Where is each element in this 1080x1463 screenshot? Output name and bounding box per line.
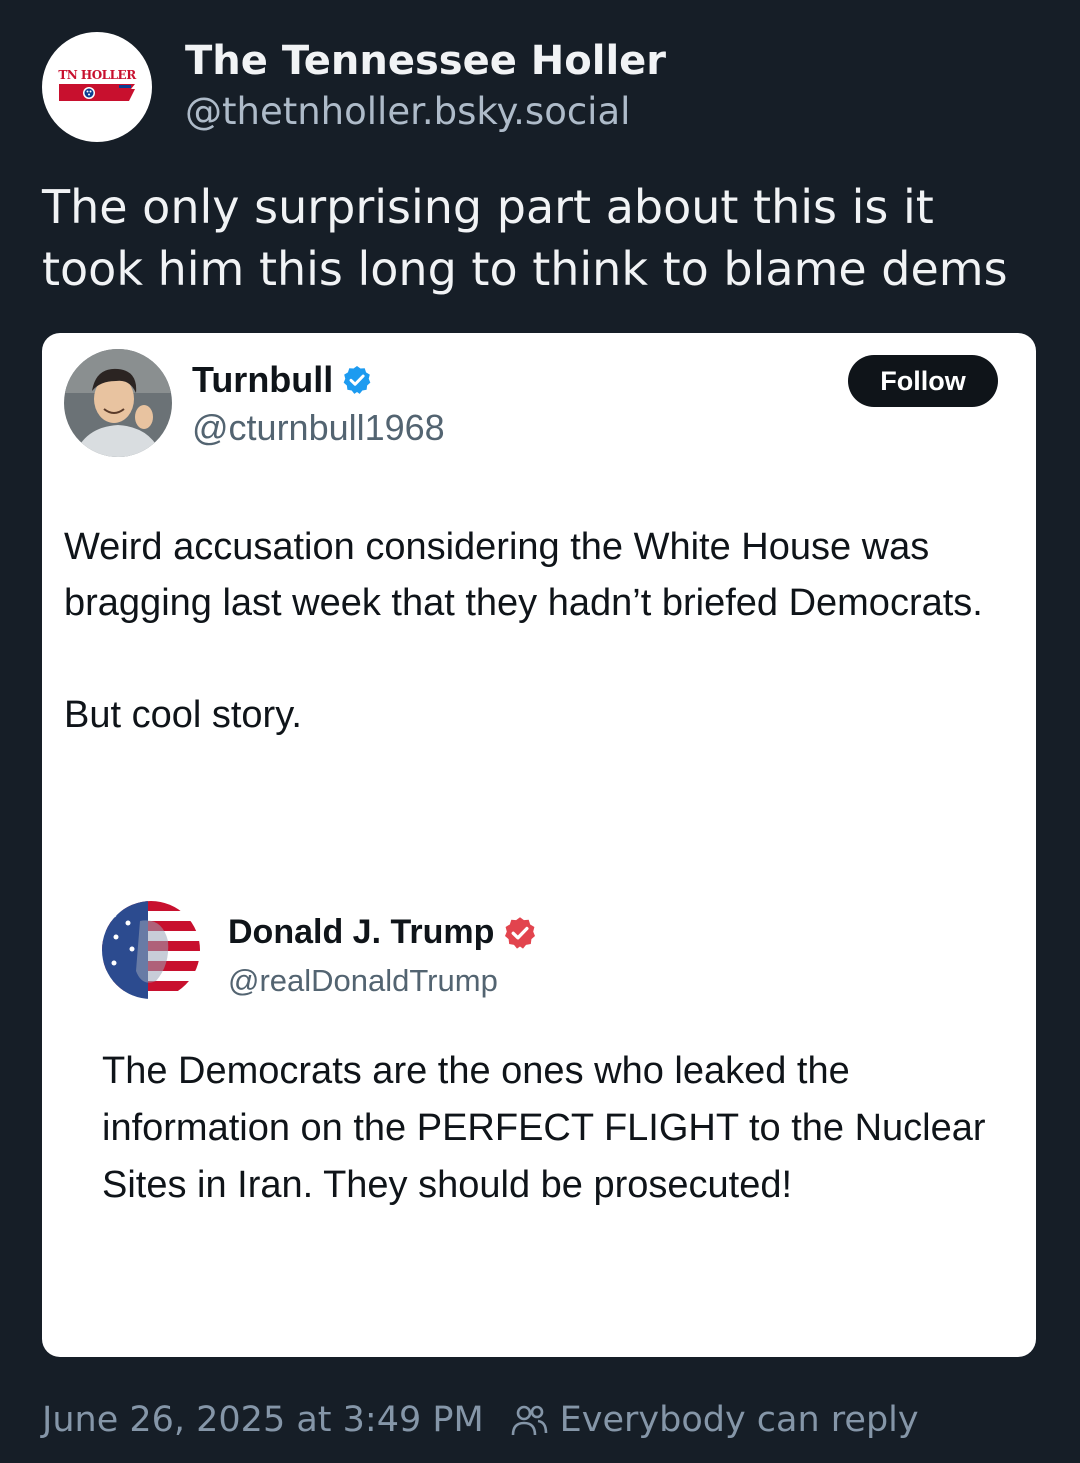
avatar-illustration-icon: [64, 349, 172, 457]
turnbull-avatar: [64, 349, 172, 457]
trump-post-text: The Democrats are the ones who leaked th…: [102, 1050, 986, 1206]
post-timestamp[interactable]: June 26, 2025 at 3:49 PM: [42, 1400, 484, 1440]
avatar-logo-text: TN HOLLER: [58, 68, 136, 82]
post-footer: June 26, 2025 at 3:49 PM Everybody can r…: [42, 1400, 919, 1440]
trump-avatar: [102, 901, 200, 999]
follow-button[interactable]: Follow: [848, 355, 998, 407]
tweet-paragraph: But cool story.: [64, 694, 302, 736]
trump-name: Donald J. Trump: [228, 913, 495, 951]
author-avatar[interactable]: TN HOLLER: [42, 32, 152, 142]
trump-name-row: Donald J. Trump: [228, 913, 538, 952]
turnbull-handle: @cturnbull1968: [192, 407, 445, 448]
turnbull-tweet-text: Weird accusation considering the White H…: [64, 519, 1004, 743]
turnbull-name: Turnbull: [192, 359, 334, 400]
turnbull-name-row: Turnbull: [192, 359, 373, 401]
reply-setting[interactable]: Everybody can reply: [560, 1400, 919, 1440]
post-text: The only surprising part about this is i…: [42, 180, 1008, 296]
tennessee-flag-icon: [59, 84, 135, 101]
tweet-paragraph: Weird accusation considering the White H…: [64, 526, 983, 624]
author-handle[interactable]: @thetnholler.bsky.social: [185, 86, 666, 138]
author-info: The Tennessee Holler @thetnholler.bsky.s…: [185, 36, 666, 138]
author-name[interactable]: The Tennessee Holler: [185, 36, 666, 86]
verified-badge-icon: [341, 364, 373, 396]
people-icon: [510, 1403, 548, 1437]
verified-badge-icon: [502, 915, 538, 951]
embedded-screenshot[interactable]: Turnbull @cturnbull1968 Follow Weird acc…: [42, 333, 1036, 1357]
post-header: TN HOLLER The Tennessee Holler @thetnhol…: [42, 32, 666, 142]
trump-handle: @realDonaldTrump: [228, 963, 498, 998]
flag-portrait-icon: [102, 901, 200, 999]
